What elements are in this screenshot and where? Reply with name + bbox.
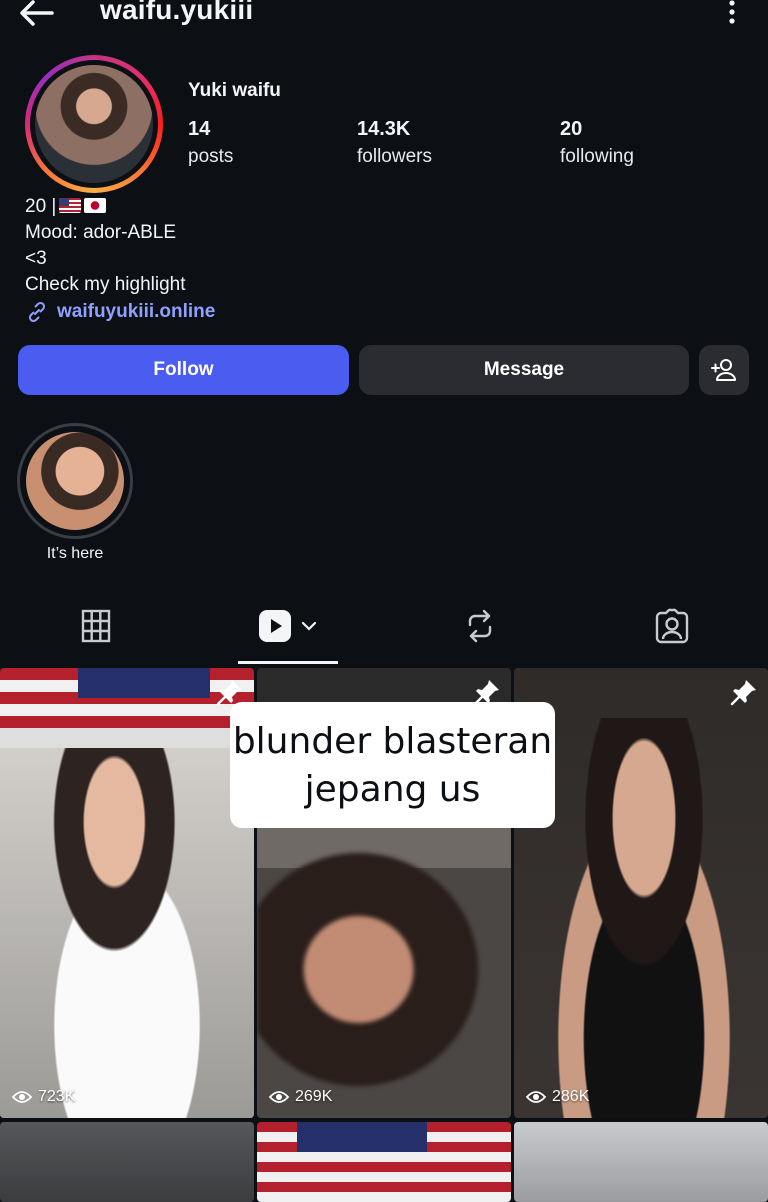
top-bar: waifu.yukiii: [0, 0, 768, 40]
tab-grid[interactable]: [46, 590, 146, 662]
chevron-down-icon: [301, 621, 317, 631]
caption-line-1: blunder blasteran: [232, 721, 553, 762]
add-user-icon: [711, 359, 736, 381]
eye-icon: [526, 1091, 546, 1103]
reel-thumbnail[interactable]: 723K: [0, 668, 254, 1118]
bio-line-highlight: Check my highlight: [25, 274, 186, 295]
reel-thumbnail[interactable]: [257, 1122, 511, 1202]
highlight-cover: [26, 432, 124, 530]
flag-canton: [78, 668, 210, 698]
eye-icon: [269, 1091, 289, 1103]
grid-icon: [81, 609, 111, 643]
followers-count: 14.3K: [357, 118, 411, 140]
stat-followers[interactable]: 14.3K followers: [357, 118, 432, 168]
tab-reposts[interactable]: [430, 590, 530, 662]
caption-line-2: jepang us: [304, 769, 481, 810]
reel-thumbnail[interactable]: [0, 1122, 254, 1202]
posts-label: posts: [188, 146, 234, 167]
tab-tagged[interactable]: [622, 590, 722, 662]
back-arrow-icon[interactable]: [18, 0, 58, 28]
view-count-text: 269K: [295, 1088, 333, 1105]
reels-icon: [259, 610, 291, 642]
active-tab-indicator: [238, 661, 338, 664]
tab-reels[interactable]: [238, 590, 338, 662]
avatar-story-ring[interactable]: [25, 55, 163, 193]
link-icon: [28, 301, 46, 323]
reel-image: [257, 848, 511, 1118]
view-count: 269K: [269, 1088, 332, 1106]
stat-posts[interactable]: 14 posts: [188, 118, 233, 168]
follow-button[interactable]: Follow: [18, 345, 349, 395]
profile-tabs: [0, 590, 768, 666]
reel-image: [524, 718, 764, 1118]
eye-icon: [12, 1091, 32, 1103]
pin-icon: [730, 680, 756, 706]
reel-thumbnail[interactable]: [514, 1122, 768, 1202]
us-flag-icon: [59, 198, 82, 213]
message-button[interactable]: Message: [359, 345, 689, 395]
bio-line-age: 20 |: [25, 196, 57, 217]
view-count-text: 286K: [552, 1088, 590, 1105]
reel-caption-overlay: blunder blasteran jepang us: [230, 702, 555, 828]
tagged-person-icon: [655, 608, 689, 644]
link-text: waifuyukiii.online: [57, 301, 216, 322]
highlight-label: It’s here: [46, 545, 104, 562]
following-count: 20: [560, 118, 583, 140]
followers-label: followers: [357, 146, 432, 167]
bio-line-heart: <3: [25, 248, 47, 269]
flag-canton: [297, 1122, 427, 1152]
avatar: [35, 65, 153, 183]
display-name: Yuki waifu: [188, 80, 281, 101]
repost-icon: [468, 609, 492, 643]
view-count: 723K: [12, 1088, 75, 1106]
stat-following[interactable]: 20 following: [560, 118, 634, 168]
bio: 20 | Mood: ador-ABLE <3 Check my highlig…: [25, 194, 186, 298]
bio-line-mood: Mood: ador-ABLE: [25, 222, 177, 243]
story-highlight[interactable]: [17, 423, 133, 539]
more-vertical-icon[interactable]: [720, 0, 744, 26]
profile-handle: waifu.yukiii: [100, 0, 254, 25]
add-user-button[interactable]: [699, 345, 749, 395]
profile-link[interactable]: waifuyukiii.online: [25, 300, 215, 324]
view-count-text: 723K: [38, 1088, 76, 1105]
reel-image: [0, 748, 254, 1118]
posts-count: 14: [188, 118, 211, 140]
following-label: following: [560, 146, 634, 167]
view-count: 286K: [526, 1088, 589, 1106]
japan-flag-icon: [84, 198, 107, 213]
